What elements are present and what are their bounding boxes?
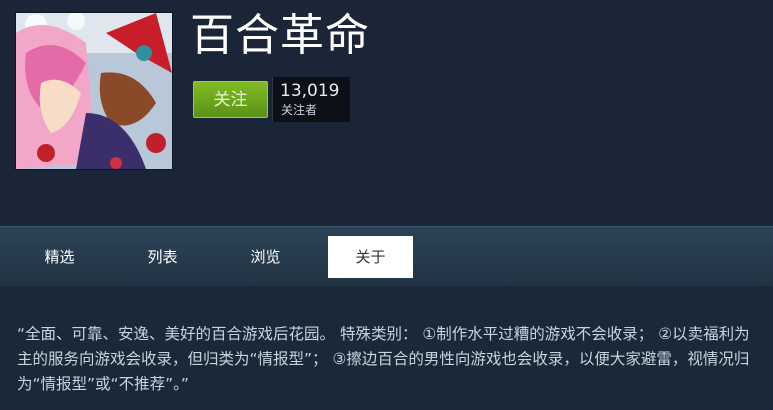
tab-about[interactable]: 关于 (328, 236, 413, 278)
group-header: 百合革命 关注 13,019 关注者 (0, 0, 773, 226)
about-section: “全面、可靠、安逸、美好的百合游戏后花园。 特殊类别： ①制作水平过糟的游戏不会… (0, 286, 773, 410)
group-description: “全面、可靠、安逸、美好的百合游戏后花园。 特殊类别： ①制作水平过糟的游戏不会… (17, 325, 750, 393)
follower-count: 13,019 (280, 81, 340, 101)
tab-browse[interactable]: 浏览 (223, 236, 308, 278)
tab-featured[interactable]: 精选 (17, 236, 102, 278)
follower-stats: 13,019 关注者 (272, 77, 350, 122)
follow-button[interactable]: 关注 (193, 81, 268, 118)
group-tabs: 精选 列表 浏览 关于 (0, 226, 773, 287)
follower-label: 关注者 (281, 103, 318, 117)
group-title: 百合革命 (190, 10, 370, 61)
avatar-image (16, 13, 172, 169)
tab-list[interactable]: 列表 (120, 236, 205, 278)
group-avatar (15, 12, 173, 170)
